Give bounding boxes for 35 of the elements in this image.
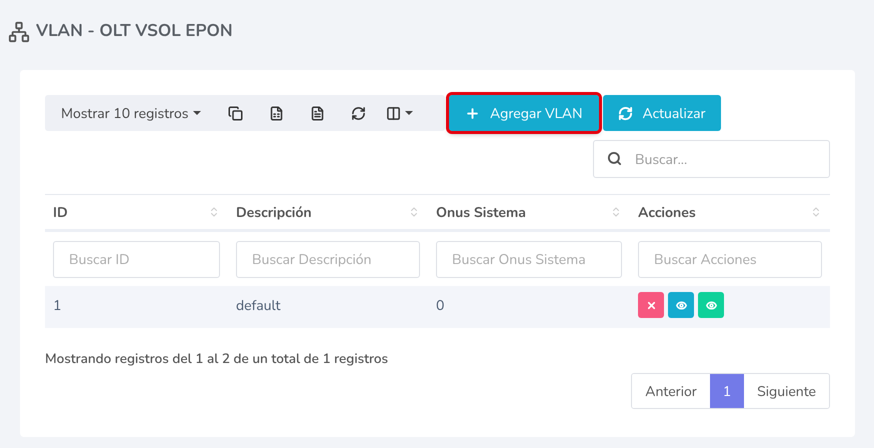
filter-field[interactable]: Buscar Onus Sistema: [436, 240, 622, 278]
page-title: VLAN - OLT VSOL EPON: [36, 19, 233, 45]
close-icon: [646, 300, 656, 310]
column-header[interactable]: Onus Sistema: [428, 195, 630, 229]
sort-icon: [810, 206, 822, 218]
page-button[interactable]: 1: [710, 374, 744, 408]
filter-field[interactable]: Buscar Descripción: [236, 240, 420, 278]
delete-button[interactable]: [638, 292, 664, 318]
caret-icon: [404, 111, 413, 115]
refresh-icon: [618, 106, 632, 120]
column-header[interactable]: ID: [45, 195, 228, 229]
search-icon: [607, 151, 622, 166]
filter-field[interactable]: Buscar Acciones: [638, 240, 822, 278]
view-button[interactable]: [668, 292, 694, 318]
table-info: Mostrando registros del 1 al 2 de un total de 1 registros: [45, 349, 390, 370]
column-header[interactable]: Acciones: [630, 195, 830, 229]
table-cell-text: 1: [52, 295, 62, 317]
filter-field[interactable]: Buscar ID: [53, 240, 220, 278]
eye-icon: [676, 300, 686, 310]
column-header[interactable]: Descripción: [228, 195, 428, 229]
network-icon: [8, 21, 30, 43]
table-cell-text: default: [235, 295, 282, 317]
refresh-icon: [350, 106, 366, 120]
sort-icon: [408, 206, 420, 218]
copy-icon: [228, 106, 243, 120]
sort-icon: [610, 206, 622, 218]
length-dropdown[interactable]: Mostrar 10 registros: [61, 102, 201, 124]
eye-icon: [706, 300, 716, 310]
document-icon: [310, 106, 325, 120]
table-cell-text: 0: [435, 295, 446, 317]
spreadsheet-icon: [268, 106, 284, 120]
columns-icon: [386, 106, 401, 120]
sort-icon: [208, 206, 220, 218]
plus-icon: [465, 106, 480, 120]
search-field[interactable]: Buscar...: [593, 140, 830, 178]
